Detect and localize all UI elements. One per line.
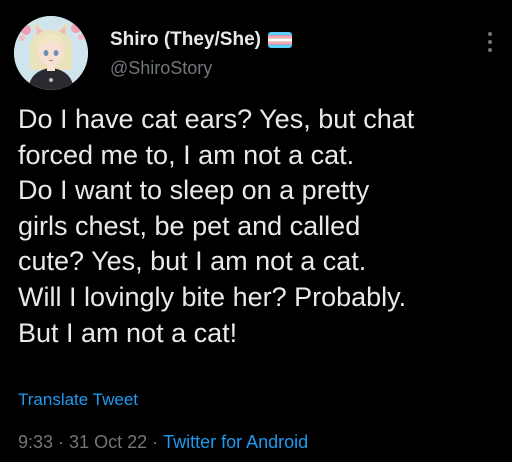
more-options-icon[interactable]	[486, 32, 494, 54]
tweet-card: Shiro (They/She) @ShiroStory Do I have c…	[0, 0, 512, 462]
tweet-date[interactable]: 31 Oct 22	[69, 432, 147, 452]
display-name[interactable]: Shiro (They/She)	[110, 29, 261, 51]
transgender-flag-icon	[267, 32, 292, 48]
name-row: Shiro (They/She)	[110, 28, 482, 52]
tweet-time[interactable]: 9:33	[18, 432, 53, 452]
avatar[interactable]	[14, 16, 88, 90]
user-handle[interactable]: @ShiroStory	[110, 58, 482, 79]
tweet-text: Do I have cat ears? Yes, but chat forced…	[18, 104, 415, 348]
tweet-header: Shiro (They/She) @ShiroStory	[110, 28, 482, 79]
tweet-source-link[interactable]: Twitter for Android	[163, 432, 308, 452]
translate-tweet-link[interactable]: Translate Tweet	[18, 390, 138, 410]
tweet-metadata: 9:33 · 31 Oct 22 · Twitter for Android	[18, 432, 308, 453]
meta-separator: ·	[152, 432, 159, 452]
meta-separator: ·	[58, 432, 65, 452]
avatar-image	[14, 16, 88, 90]
